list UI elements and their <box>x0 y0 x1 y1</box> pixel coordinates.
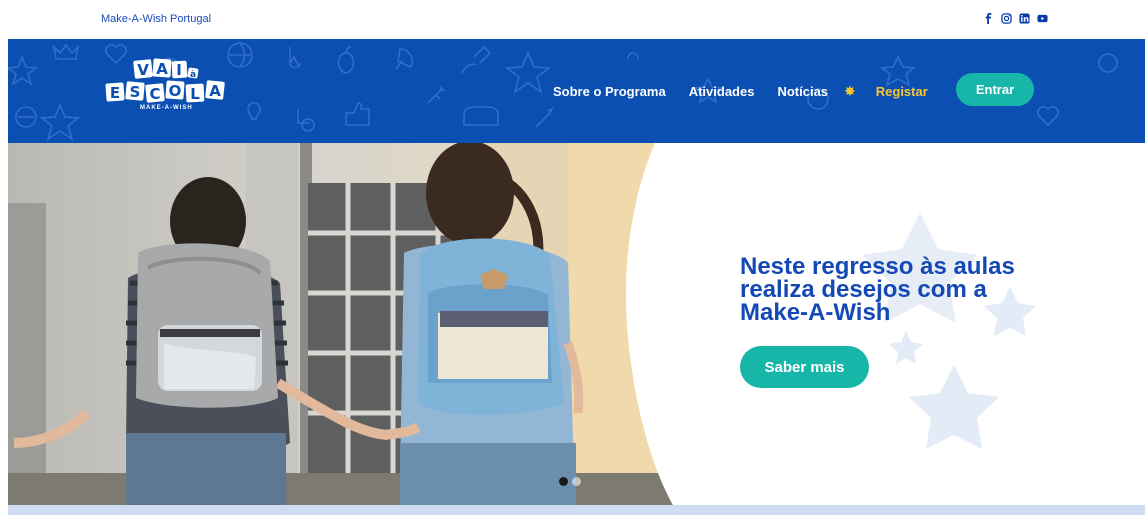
top-bar: Make-A-Wish Portugal <box>0 0 1145 39</box>
login-button[interactable]: Entrar <box>956 73 1034 106</box>
linkedin-icon[interactable] <box>1019 13 1030 24</box>
svg-text:A: A <box>209 82 221 100</box>
nav-noticias[interactable]: Notícias <box>777 84 828 99</box>
svg-text:I: I <box>176 61 182 79</box>
logo-subtitle: MAKE-A-WISH <box>140 105 193 111</box>
facebook-icon[interactable] <box>983 13 994 24</box>
svg-text:V: V <box>137 61 149 79</box>
hero-slider: Neste regresso às aulas realiza desejos … <box>8 143 1145 505</box>
hero-image-children-backpacks <box>8 143 1036 505</box>
slider-dots <box>559 477 581 486</box>
section-divider-band <box>8 505 1145 515</box>
svg-text:L: L <box>190 85 200 103</box>
svg-text:à: à <box>190 70 196 80</box>
saber-mais-button[interactable]: Saber mais <box>740 346 869 388</box>
vai-a-escola-logo[interactable]: V A I à E S C O L A MAKE-A-WISH <box>104 57 244 120</box>
svg-text:E: E <box>110 84 120 102</box>
svg-text:C: C <box>149 85 160 103</box>
slider-dot-2[interactable] <box>572 477 581 486</box>
make-a-wish-portugal-link[interactable]: Make-A-Wish Portugal <box>101 13 211 25</box>
primary-nav: Sobre o Programa Atividades Notícias ✸ R… <box>553 83 953 100</box>
svg-text:O: O <box>169 82 182 100</box>
slider-dot-1[interactable] <box>559 477 568 486</box>
main-header: V A I à E S C O L A MAKE-A-WISH Sobre o … <box>8 39 1145 143</box>
social-links <box>983 13 1048 24</box>
hero-title: Neste regresso às aulas realiza desejos … <box>740 253 1015 326</box>
nav-atividades[interactable]: Atividades <box>689 84 755 99</box>
instagram-icon[interactable] <box>1001 13 1012 24</box>
svg-text:S: S <box>130 83 141 101</box>
nav-registar[interactable]: Registar <box>876 84 928 99</box>
youtube-icon[interactable] <box>1037 13 1048 24</box>
svg-text:A: A <box>156 60 168 78</box>
decorative-stars <box>862 213 1036 449</box>
nav-sobre-o-programa[interactable]: Sobre o Programa <box>553 84 666 99</box>
star-icon: ✸ <box>844 83 856 99</box>
